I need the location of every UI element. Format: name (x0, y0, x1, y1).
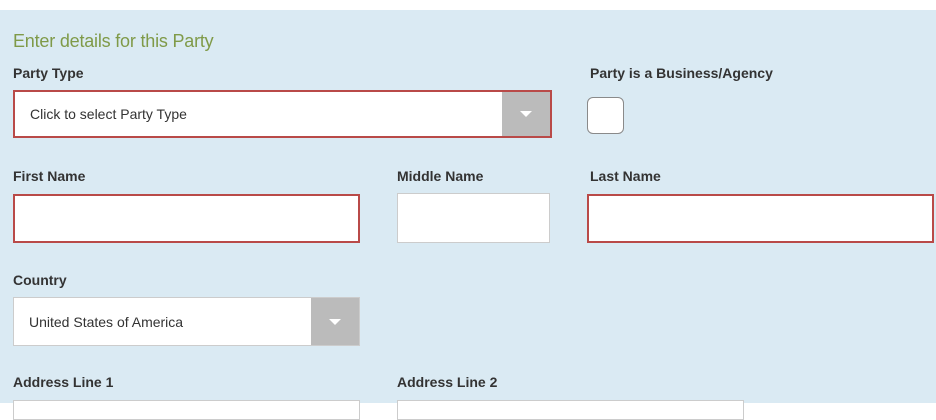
country-label: Country (13, 272, 67, 288)
middle-name-label: Middle Name (397, 168, 484, 184)
address-line-2-label: Address Line 2 (397, 374, 498, 390)
address-line-2-field[interactable] (397, 400, 744, 420)
country-select[interactable]: United States of America (13, 297, 360, 346)
address-line-1-label: Address Line 1 (13, 374, 114, 390)
address-line-1-field[interactable] (13, 400, 360, 420)
party-type-selected-value: Click to select Party Type (30, 106, 187, 122)
business-agency-checkbox[interactable] (587, 97, 624, 134)
chevron-down-icon[interactable] (311, 298, 359, 345)
middle-name-field[interactable] (397, 193, 550, 243)
last-name-label: Last Name (590, 168, 661, 184)
party-type-select[interactable]: Click to select Party Type (13, 90, 552, 138)
form-heading: Enter details for this Party (13, 31, 214, 51)
first-name-label: First Name (13, 168, 86, 184)
chevron-down-icon[interactable] (502, 92, 550, 136)
business-agency-label: Party is a Business/Agency (590, 65, 773, 81)
country-selected-value: United States of America (29, 313, 184, 330)
last-name-field[interactable] (587, 194, 934, 243)
first-name-field[interactable] (13, 194, 360, 243)
party-type-label: Party Type (13, 65, 84, 81)
